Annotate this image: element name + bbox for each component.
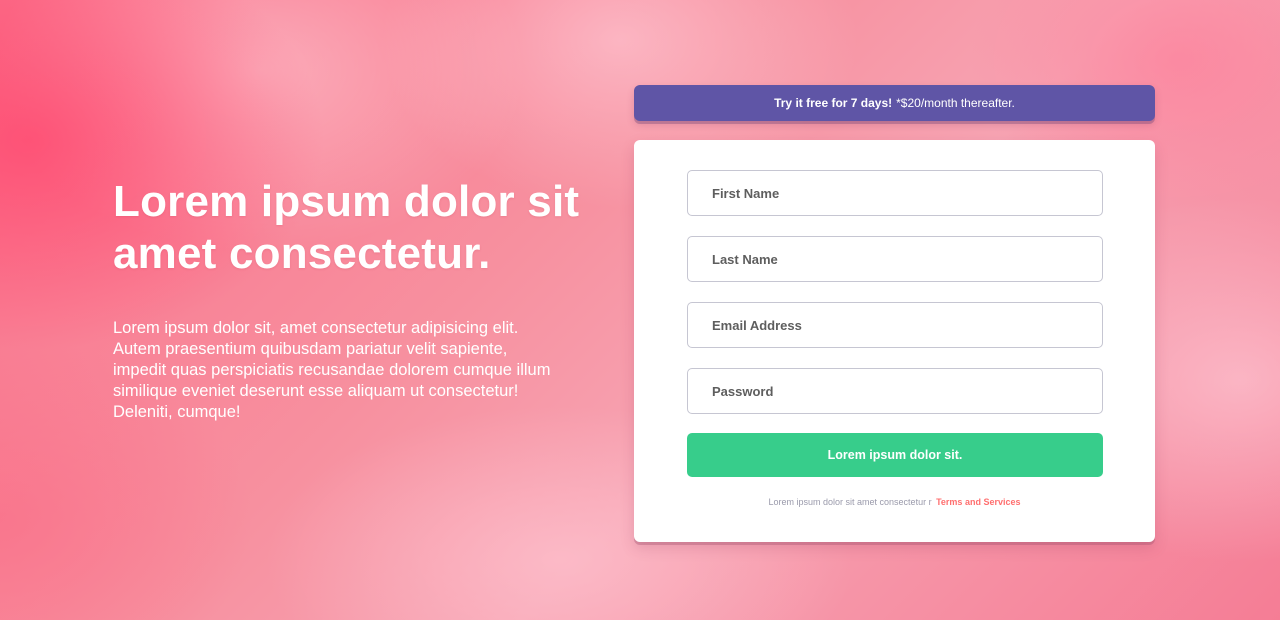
last-name-input[interactable] [687,236,1103,282]
terms-note: Lorem ipsum dolor sit amet consectetur r… [634,497,1155,507]
first-name-input[interactable] [687,170,1103,216]
email-input[interactable] [687,302,1103,348]
password-input[interactable] [687,368,1103,414]
terms-link[interactable]: Terms and Services [936,497,1020,507]
submit-button[interactable]: Lorem ipsum dolor sit. [687,433,1103,477]
free-trial-banner: Try it free for 7 days! *$20/month there… [634,85,1155,121]
free-trial-banner-price: *$20/month thereafter. [896,96,1015,110]
signup-form: Lorem ipsum dolor sit. Lorem ipsum dolor… [634,140,1155,542]
hero-section: Lorem ipsum dolor sit amet consectetur. … [113,176,583,423]
terms-text: Lorem ipsum dolor sit amet consectetur r [768,497,932,507]
free-trial-banner-bold: Try it free for 7 days! [774,96,893,110]
hero-description: Lorem ipsum dolor sit, amet consectetur … [113,319,551,421]
hero-title: Lorem ipsum dolor sit amet consectetur. [113,177,580,278]
